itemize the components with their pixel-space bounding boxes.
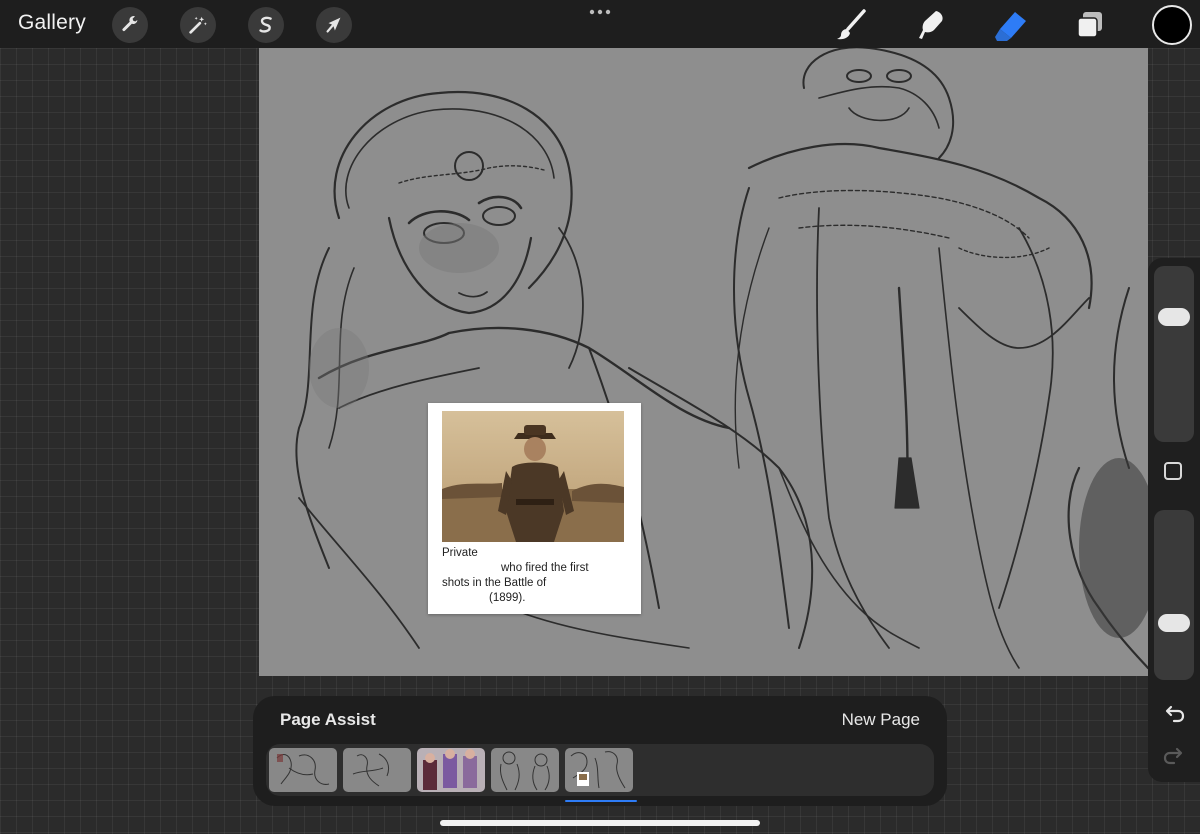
page-assist-title: Page Assist xyxy=(280,710,376,729)
page-assist-panel: Page Assist New Page xyxy=(253,696,947,806)
caption-line-1: Private xyxy=(442,547,478,559)
page-thumbnail[interactable] xyxy=(269,748,337,792)
selection-s-icon xyxy=(259,16,272,33)
sketch-artwork xyxy=(295,48,1148,670)
layers-button[interactable] xyxy=(1071,6,1109,44)
transform-button[interactable] xyxy=(316,7,352,43)
selected-page-indicator xyxy=(565,800,637,802)
modify-button[interactable] xyxy=(1164,462,1182,480)
smudge-icon xyxy=(919,11,943,39)
caption-line-4: (1899). xyxy=(489,592,526,604)
selection-button[interactable] xyxy=(248,7,284,43)
paint-tool-button[interactable] xyxy=(832,6,870,44)
page-thumbnail[interactable] xyxy=(491,748,559,792)
erase-tool-button[interactable] xyxy=(992,6,1030,44)
caption-line-3: shots in the Battle of xyxy=(442,577,547,589)
opacity-thumb[interactable] xyxy=(1158,614,1190,632)
page-thumbnail[interactable] xyxy=(343,748,411,792)
top-toolbar: Gallery xyxy=(0,0,1200,48)
opacity-slider[interactable] xyxy=(1154,510,1194,680)
brush-size-thumb[interactable] xyxy=(1158,308,1190,326)
reference-photo xyxy=(442,411,624,542)
drawing-canvas[interactable] xyxy=(259,48,1148,676)
adjustments-button[interactable] xyxy=(180,7,216,43)
transform-arrow-icon xyxy=(326,17,341,33)
redo-icon[interactable] xyxy=(1162,744,1186,768)
smudge-tool-button[interactable] xyxy=(912,6,950,44)
brush-size-slider[interactable] xyxy=(1154,266,1194,442)
caption-line-2: who fired the first xyxy=(501,562,589,574)
page-thumbnail-strip xyxy=(266,744,934,796)
undo-icon[interactable] xyxy=(1162,702,1186,726)
eraser-icon xyxy=(995,12,1026,41)
page-thumbnail-selected[interactable] xyxy=(565,748,633,792)
gallery-button[interactable]: Gallery xyxy=(18,11,86,35)
layers-icon xyxy=(1077,12,1102,38)
reference-photo-card[interactable]: Private who fired the first shots in the… xyxy=(428,403,641,614)
sidebar xyxy=(1148,258,1200,782)
new-page-button[interactable]: New Page xyxy=(842,710,920,730)
home-indicator[interactable] xyxy=(440,820,760,826)
magic-wand-icon xyxy=(189,16,207,34)
wrench-icon xyxy=(122,16,138,32)
brush-icon xyxy=(837,9,866,40)
reference-caption: Private who fired the first shots in the… xyxy=(442,546,622,606)
more-dots-icon[interactable] xyxy=(588,6,612,18)
actions-button[interactable] xyxy=(112,7,148,43)
page-thumbnail[interactable] xyxy=(417,748,485,792)
color-picker-button[interactable] xyxy=(1152,5,1192,45)
